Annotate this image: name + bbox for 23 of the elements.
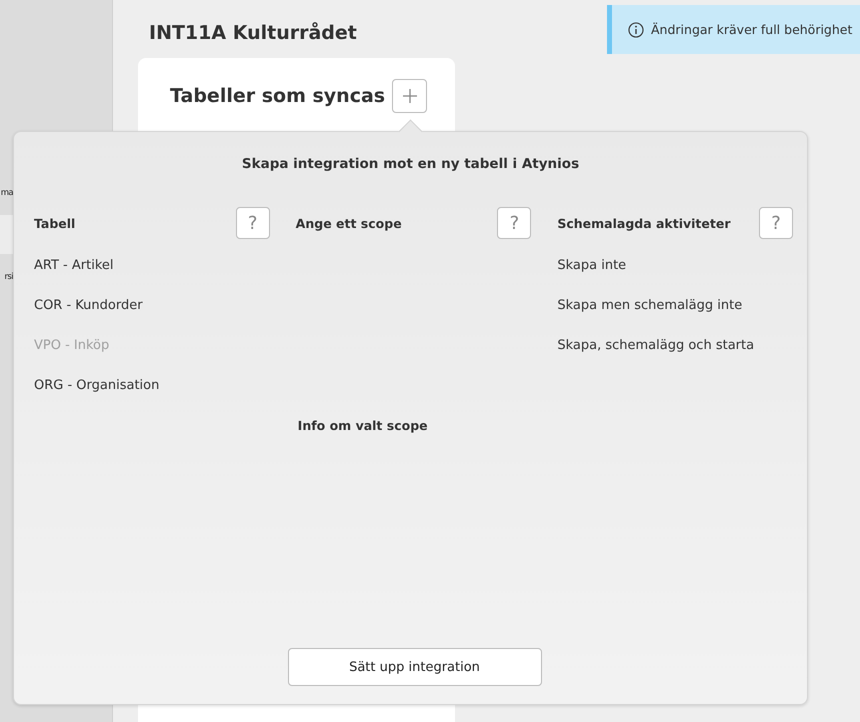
option-item[interactable]: Skapa inte (557, 246, 626, 286)
sidebar-item[interactable]: ma (0, 173, 13, 212)
option-item[interactable]: COR - Kundorder (34, 286, 143, 326)
sidebar-item[interactable]: rsi (0, 257, 13, 296)
setup-integration-button[interactable]: Sätt upp integration (288, 648, 542, 686)
card-title: Tabeller som syncas (170, 85, 386, 107)
plus-icon (402, 88, 418, 104)
option-item[interactable]: ART - Artikel (34, 246, 114, 286)
info-icon (628, 22, 644, 38)
option-item[interactable]: Skapa men schemalägg inte (557, 286, 742, 326)
banner-text: Ändringar kräver full behörighet (651, 22, 852, 37)
help-button[interactable]: ? (236, 207, 270, 239)
column-heading: Ange ett scope (296, 216, 402, 230)
column-heading: Tabell (34, 216, 76, 230)
help-button[interactable]: ? (759, 207, 794, 239)
popover-title: Skapa integration mot en ny tabell i Atynios (240, 156, 580, 172)
option-item[interactable]: ORG - Organisation (34, 366, 160, 406)
add-button[interactable] (392, 79, 427, 113)
column-heading: Schemalagda aktiviteter (557, 216, 731, 230)
option-item[interactable]: Skapa, schemalägg och starta (557, 326, 754, 366)
help-button[interactable]: ? (497, 207, 532, 239)
page-title: INT11A Kulturrådet (149, 22, 358, 44)
scope-info-heading: Info om valt scope (296, 418, 429, 433)
